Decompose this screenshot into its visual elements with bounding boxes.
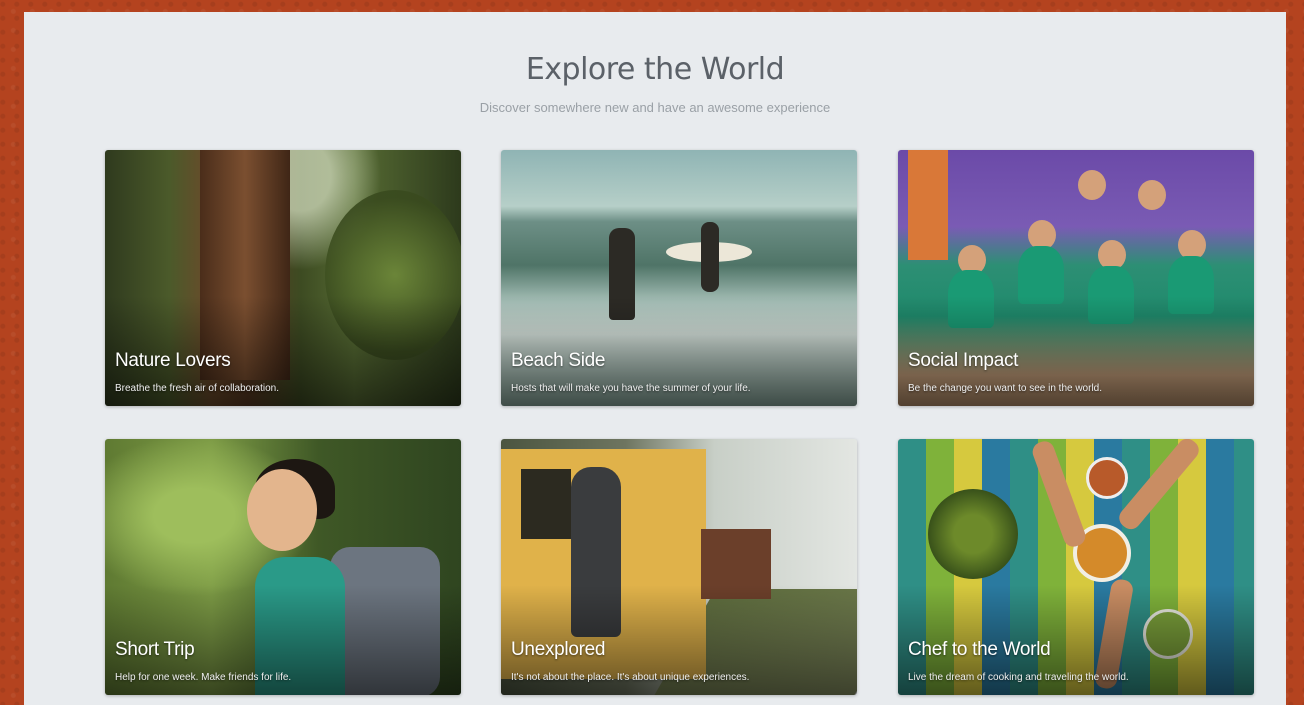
arm (1029, 439, 1089, 550)
card-title: Short Trip (115, 639, 195, 660)
explore-panel: Explore the World Discover somewhere new… (24, 12, 1286, 705)
card-description: Live the dream of cooking and traveling … (908, 672, 1129, 683)
card-social-impact[interactable]: Social Impact Be the change you want to … (898, 150, 1254, 406)
card-title: Social Impact (908, 350, 1019, 371)
card-title: Unexplored (511, 639, 606, 660)
door (908, 150, 948, 260)
card-description: It's not about the place. It's about uni… (511, 672, 750, 683)
child-head (1078, 170, 1106, 200)
card-beach-side[interactable]: Beach Side Hosts that will make you have… (501, 150, 857, 406)
page-title: Explore the World (525, 52, 785, 87)
page-subtitle: Discover somewhere new and have an aweso… (479, 100, 831, 115)
hiker-face (247, 469, 317, 551)
card-description: Hosts that will make you have the summer… (511, 383, 751, 394)
card-description: Help for one week. Make friends for life… (115, 672, 292, 683)
card-nature-lovers[interactable]: Nature Lovers Breathe the fresh air of c… (105, 150, 461, 406)
bowl (1086, 457, 1128, 499)
card-chef-to-the-world[interactable]: Chef to the World Live the dream of cook… (898, 439, 1254, 695)
card-title: Chef to the World (908, 639, 1051, 660)
card-description: Be the change you want to see in the wor… (908, 383, 1103, 394)
card-unexplored[interactable]: Unexplored It's not about the place. It'… (501, 439, 857, 695)
child-head (1138, 180, 1166, 210)
plant (928, 489, 1018, 579)
card-short-trip[interactable]: Short Trip Help for one week. Make frien… (105, 439, 461, 695)
card-title: Beach Side (511, 350, 606, 371)
card-title: Nature Lovers (115, 350, 231, 371)
arm (1115, 439, 1203, 534)
train-window (521, 469, 571, 539)
card-description: Breathe the fresh air of collaboration. (115, 383, 279, 394)
surfer-figure (701, 222, 719, 292)
